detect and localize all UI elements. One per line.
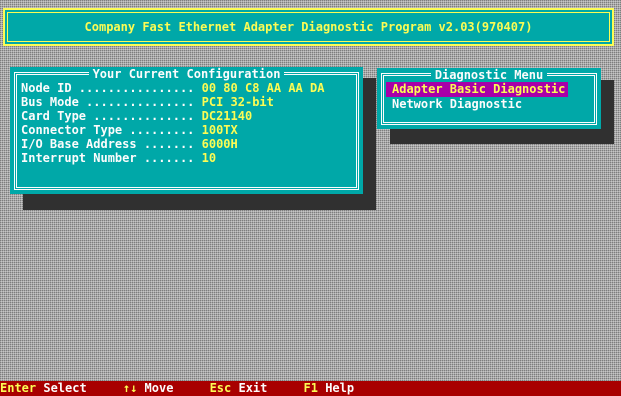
move-hint-label: Move [144, 381, 174, 395]
config-row-io-base: I/O Base Address ....... 6000H [21, 137, 324, 151]
status-hint-help[interactable]: F1 Help [304, 381, 355, 395]
config-label: Bus Mode ............... [21, 95, 195, 109]
select-hint-label: Select [43, 381, 87, 395]
diagnostic-menu: Adapter Basic Diagnostic Network Diagnos… [386, 82, 568, 112]
status-hint-select[interactable]: Enter Select [0, 381, 87, 395]
menu-panel: Diagnostic Menu Adapter Basic Diagnostic… [377, 68, 601, 129]
config-label: Interrupt Number ....... [21, 151, 195, 165]
status-hint-move[interactable]: ↑↓ Move [123, 381, 174, 395]
config-label: Connector Type ......... [21, 123, 195, 137]
title-bar: Company Fast Ethernet Adapter Diagnostic… [3, 8, 614, 46]
config-value: 10 [201, 151, 217, 165]
config-value: DC21140 [201, 109, 253, 123]
config-panel: Your Current Configuration Node ID .....… [10, 67, 363, 194]
f1-key-label: F1 [303, 381, 318, 395]
config-value: 00 80 C8 AA AA DA [201, 81, 325, 95]
config-label: Node ID ................ [21, 81, 195, 95]
config-label: Card Type .............. [21, 109, 195, 123]
enter-key-label: Enter [0, 381, 37, 395]
config-row-connector-type: Connector Type ......... 100TX [21, 123, 324, 137]
config-label: I/O Base Address ....... [21, 137, 195, 151]
status-bar: Enter Select ↑↓ Move Esc Exit F1 Help [0, 381, 621, 396]
menu-item-network-diagnostic[interactable]: Network Diagnostic [386, 97, 568, 112]
config-list: Node ID ................ 00 80 C8 AA AA … [21, 81, 324, 165]
config-value: 6000H [201, 137, 238, 151]
config-row-card-type: Card Type .............. DC21140 [21, 109, 324, 123]
config-panel-title: Your Current Configuration [88, 67, 285, 81]
config-value: PCI 32-bit [201, 95, 274, 109]
config-value: 100TX [201, 123, 238, 137]
config-row-interrupt: Interrupt Number ....... 10 [21, 151, 324, 165]
config-row-node-id: Node ID ................ 00 80 C8 AA AA … [21, 81, 324, 95]
esc-key-label: Esc [209, 381, 232, 395]
menu-panel-title: Diagnostic Menu [430, 68, 548, 82]
app-title: Company Fast Ethernet Adapter Diagnostic… [84, 20, 533, 34]
help-hint-label: Help [325, 381, 355, 395]
menu-item-adapter-basic-diagnostic[interactable]: Adapter Basic Diagnostic [386, 82, 568, 97]
arrow-keys-icon: ↑↓ [122, 381, 138, 395]
config-row-bus-mode: Bus Mode ............... PCI 32-bit [21, 95, 324, 109]
exit-hint-label: Exit [238, 381, 268, 395]
status-hint-exit[interactable]: Esc Exit [210, 381, 268, 395]
